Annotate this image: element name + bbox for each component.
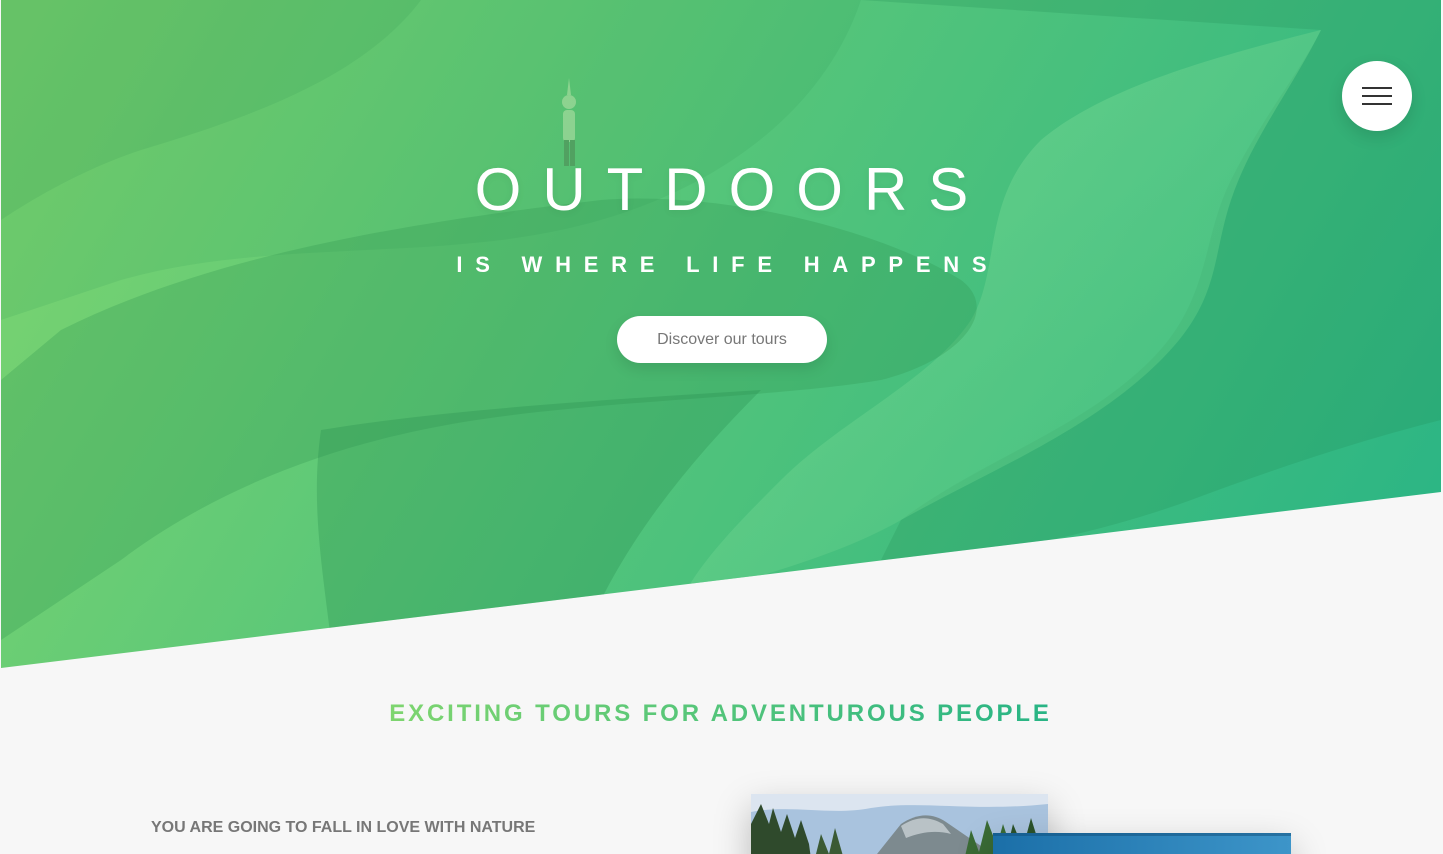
hero-section: OUTDOORS IS WHERE LIFE HAPPENS Discover … bbox=[1, 0, 1441, 668]
hero-title: OUTDOORS bbox=[474, 156, 990, 223]
tour-photo-lake bbox=[993, 833, 1291, 854]
section-heading-text: EXCITING TOURS FOR ADVENTUROUS PEOPLE bbox=[389, 700, 1052, 727]
menu-icon-line bbox=[1362, 95, 1392, 97]
section-heading: EXCITING TOURS FOR ADVENTUROUS PEOPLE bbox=[0, 700, 1441, 728]
discover-tours-button[interactable]: Discover our tours bbox=[617, 316, 827, 363]
menu-icon-line bbox=[1362, 87, 1392, 89]
menu-button[interactable] bbox=[1342, 61, 1412, 131]
about-subheading: YOU ARE GOING TO FALL IN LOVE WITH NATUR… bbox=[151, 819, 536, 836]
hamburger-menu-icon bbox=[1362, 87, 1392, 105]
menu-icon-line bbox=[1362, 103, 1392, 105]
hero-subtitle: IS WHERE LIFE HAPPENS bbox=[456, 252, 1000, 277]
